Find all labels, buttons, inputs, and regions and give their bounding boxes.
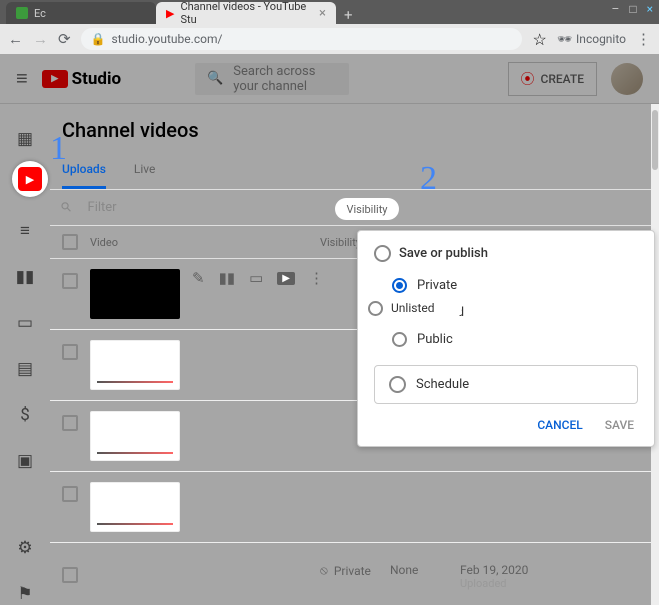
table-row[interactable]: ⦸ Private None Feb 19, 2020 Uploaded [50, 553, 659, 605]
tab-title: Ec [34, 7, 46, 20]
maximize-button[interactable]: □ [629, 2, 636, 16]
comment-icon[interactable]: ▭ [249, 269, 263, 287]
search-icon: 🔍 [207, 71, 223, 86]
visibility-dropdown: Save or publish Private Unlisted Public … [357, 230, 655, 447]
annotation-highlight-content-tab: ▶ [12, 161, 48, 197]
studio-label: Studio [72, 69, 121, 89]
row-checkbox[interactable] [62, 415, 78, 431]
row-checkbox[interactable] [62, 486, 78, 502]
search-input[interactable]: 🔍 Search across your channel [195, 63, 349, 95]
tab-title: Channel videos - YouTube Stu [180, 0, 313, 26]
url-text: studio.youtube.com/ [112, 32, 223, 46]
video-thumbnail[interactable] [90, 482, 180, 532]
radio-unlisted-highlight [368, 301, 383, 316]
rail-library[interactable]: ▣ [14, 450, 36, 472]
window-controls[interactable]: – □ × [611, 2, 653, 16]
avatar-button[interactable] [611, 63, 643, 95]
private-icon: ⦸ [320, 563, 328, 578]
hamburger-menu-button[interactable]: ≡ [16, 66, 28, 91]
schedule-option[interactable]: Schedule [374, 365, 638, 404]
back-button[interactable]: ← [8, 30, 23, 48]
search-placeholder: Search across your channel [233, 64, 337, 94]
annotation-number-1: 1 [50, 130, 67, 168]
browser-tab-active[interactable]: ▶ Channel videos - YouTube Stu × [156, 2, 336, 24]
url-input[interactable]: 🔒 studio.youtube.com/ [81, 28, 523, 50]
forward-button[interactable]: → [33, 30, 48, 48]
tab-live[interactable]: Live [134, 152, 155, 189]
youtube-favicon: ▶ [166, 7, 174, 20]
tab-uploads[interactable]: Uploads [62, 152, 106, 189]
row-hover-actions: ✎ ▮▮ ▭ ▶ ⋮ [192, 269, 324, 287]
annotation-highlight-unlisted: Unlisted [360, 295, 462, 321]
analytics-icon[interactable]: ▮▮ [219, 269, 236, 287]
incognito-indicator: 🕶 Incognito [557, 32, 626, 46]
edit-icon[interactable]: ✎ [192, 269, 205, 287]
create-button[interactable]: ⦿ CREATE [508, 62, 597, 96]
youtube-icon[interactable]: ▶ [277, 272, 295, 285]
rail-dashboard[interactable]: ▦ [14, 128, 36, 150]
visibility-cell[interactable]: ⦸ Private [320, 563, 390, 578]
select-all-checkbox[interactable] [62, 234, 78, 250]
browser-menu-button[interactable]: ⋮ [636, 30, 651, 48]
tab-strip: Ec ▶ Channel videos - YouTube Stu × + [0, 0, 659, 24]
radio-schedule[interactable] [389, 376, 406, 393]
content-tabs: Uploads Live [50, 152, 659, 190]
option-public[interactable]: Public [374, 326, 638, 353]
page-title: Channel videos [50, 104, 659, 152]
filter-icon: ⚲ [58, 199, 75, 216]
address-bar: ← → ⟳ 🔒 studio.youtube.com/ ☆ 🕶 Incognit… [0, 24, 659, 54]
annotation-highlight-visibility-header: Visibility [335, 198, 399, 220]
row-checkbox[interactable] [62, 567, 78, 583]
rail-monetization[interactable]: $ [14, 404, 36, 426]
save-button[interactable]: SAVE [605, 418, 634, 432]
table-row[interactable] [50, 472, 659, 543]
radio-public[interactable] [392, 332, 407, 347]
row-checkbox[interactable] [62, 344, 78, 360]
rail-feedback[interactable]: ⚑ [14, 583, 36, 605]
date-cell: Feb 19, 2020 Uploaded [460, 563, 560, 590]
minimize-button[interactable]: – [611, 2, 619, 16]
tab-close-button[interactable]: × [319, 6, 326, 21]
annotation-number-2: 2 [420, 160, 437, 198]
filter-label: Filter [88, 200, 117, 215]
content-icon: ▶ [18, 167, 42, 191]
video-thumbnail[interactable] [90, 411, 180, 461]
rail-comments[interactable]: ▭ [14, 312, 36, 334]
save-or-publish-radio[interactable] [374, 245, 391, 262]
create-label: CREATE [541, 72, 584, 86]
visibility-panel-title: Save or publish [374, 245, 638, 262]
reload-button[interactable]: ⟳ [58, 30, 71, 48]
restrictions-cell: None [390, 563, 460, 577]
rail-settings[interactable]: ⚙ [14, 537, 36, 559]
rail-subtitles[interactable]: ▤ [14, 358, 36, 380]
rail-playlists[interactable]: ≡ [14, 220, 36, 242]
new-tab-button[interactable]: + [336, 6, 361, 24]
row-checkbox[interactable] [62, 273, 78, 289]
radio-private[interactable] [392, 278, 407, 293]
bookmark-star-icon[interactable]: ☆ [532, 30, 546, 49]
studio-logo[interactable]: ▶ Studio [42, 69, 121, 89]
more-icon[interactable]: ⋮ [309, 269, 324, 287]
close-window-button[interactable]: × [647, 2, 653, 16]
lock-icon: 🔒 [91, 32, 106, 46]
app-header: ≡ ▶ Studio 🔍 Search across your channel … [0, 54, 659, 104]
rail-analytics[interactable]: ▮▮ [14, 266, 36, 288]
video-thumbnail[interactable] [90, 340, 180, 390]
video-thumbnail[interactable] [90, 269, 180, 319]
col-video[interactable]: Video [90, 236, 320, 249]
incognito-label: Incognito [576, 32, 626, 46]
youtube-icon: ▶ [42, 70, 68, 88]
browser-tab-inactive[interactable]: Ec [6, 2, 156, 24]
create-icon: ⦿ [521, 69, 535, 89]
cancel-button[interactable]: CANCEL [537, 418, 582, 432]
incognito-icon: 🕶 [557, 32, 572, 46]
tab-favicon [16, 7, 28, 19]
